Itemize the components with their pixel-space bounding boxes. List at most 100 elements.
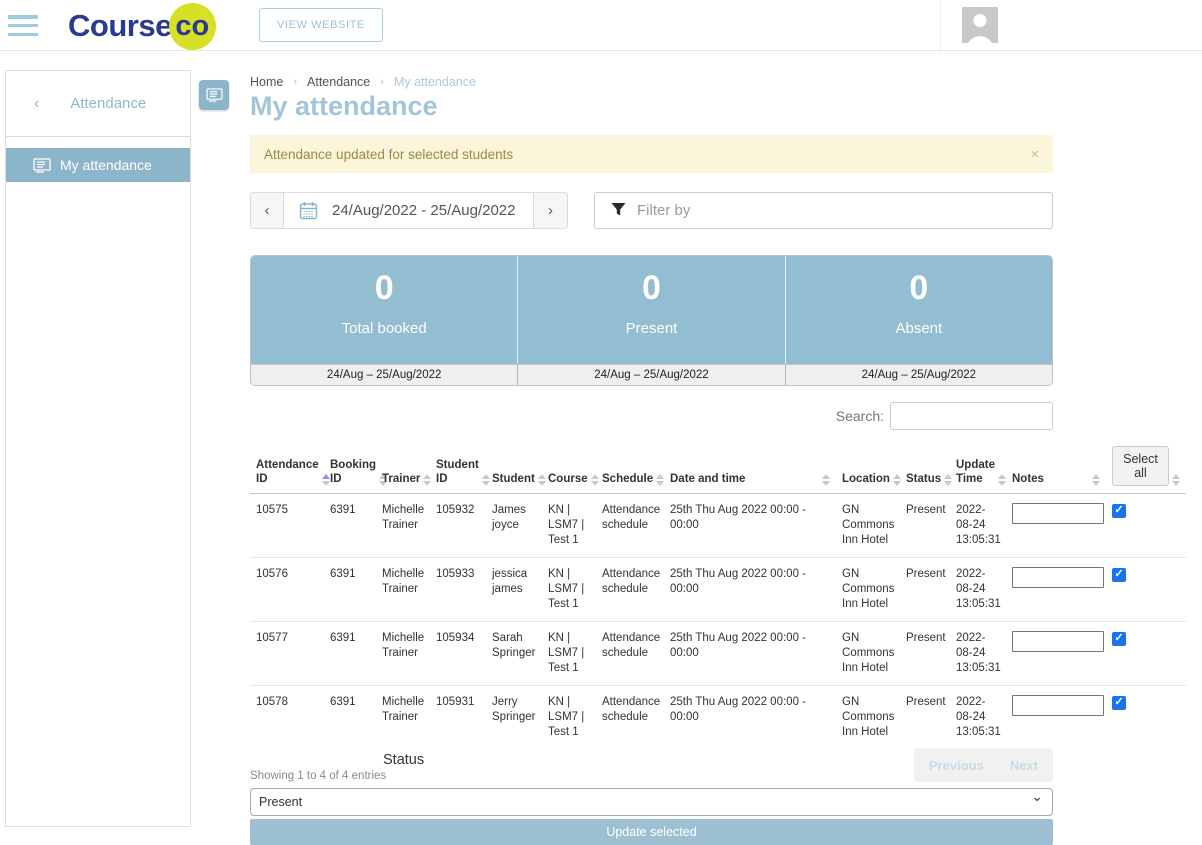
- row-select-checkbox[interactable]: ✓: [1112, 568, 1126, 582]
- column-header-label: Status: [906, 472, 941, 486]
- column-header[interactable]: Date and time: [664, 442, 836, 494]
- breadcrumb-separator-icon: ›: [293, 76, 297, 88]
- sort-arrows-icon: [1172, 474, 1180, 486]
- column-header[interactable]: Notes: [1006, 442, 1106, 494]
- stat-label: Absent: [895, 320, 942, 337]
- cell-select: ✓: [1106, 622, 1186, 686]
- column-header[interactable]: Trainer: [376, 442, 430, 494]
- cell-student: Jerry Springer: [486, 686, 542, 750]
- filter-field: [594, 192, 1053, 229]
- select-all-button[interactable]: Select all: [1112, 446, 1169, 486]
- cell-attendance-id: 10576: [250, 558, 324, 622]
- sort-arrows-icon: [822, 474, 830, 486]
- breadcrumb-current: My attendance: [394, 75, 476, 89]
- notes-input[interactable]: [1012, 567, 1104, 588]
- notes-input[interactable]: [1012, 631, 1104, 652]
- breadcrumb-attendance[interactable]: Attendance: [307, 75, 370, 89]
- sort-arrows-icon: [423, 474, 431, 486]
- column-header-label: Student: [492, 472, 535, 486]
- date-next-button[interactable]: ›: [534, 192, 568, 229]
- sidebar-toggle-button[interactable]: [199, 80, 229, 110]
- cell-course: KN | LSM7 | Test 1: [542, 622, 596, 686]
- filter-funnel-icon: [611, 202, 626, 222]
- notes-input[interactable]: [1012, 695, 1104, 716]
- date-prev-button[interactable]: ‹: [250, 192, 284, 229]
- column-header[interactable]: Schedule: [596, 442, 664, 494]
- cell-attendance-id: 10578: [250, 686, 324, 750]
- row-select-checkbox[interactable]: ✓: [1112, 632, 1126, 646]
- top-header: Course co VIEW WEBSITE: [0, 0, 1202, 51]
- sidebar-item-my-attendance[interactable]: My attendance: [6, 148, 190, 182]
- cell-attendance-id: 10575: [250, 494, 324, 558]
- attendance-list-icon: [206, 88, 223, 102]
- column-header[interactable]: Course: [542, 442, 596, 494]
- filter-input[interactable]: [594, 192, 1053, 229]
- table-body: 105756391Michelle Trainer105932James joy…: [250, 494, 1186, 750]
- cell-trainer: Michelle Trainer: [376, 622, 430, 686]
- status-select[interactable]: Present: [250, 788, 1053, 816]
- row-select-checkbox[interactable]: ✓: [1112, 696, 1126, 710]
- cell-select: ✓: [1106, 686, 1186, 750]
- alert-message: Attendance updated for selected students: [264, 147, 513, 162]
- person-icon: [962, 7, 998, 43]
- column-header-label: Schedule: [602, 472, 653, 486]
- cell-schedule: Attendance schedule: [596, 686, 664, 750]
- cell-update-time: 2022-08-24 13:05:31: [950, 494, 1006, 558]
- column-header[interactable]: Update Time: [950, 442, 1006, 494]
- cell-status: Present: [900, 494, 950, 558]
- main-content: Home › Attendance › My attendance My att…: [250, 51, 1186, 845]
- cell-status: Present: [900, 622, 950, 686]
- cell-date-and-time: 25th Thu Aug 2022 00:00 - 00:00: [664, 558, 836, 622]
- column-header-label: Student ID: [436, 458, 479, 486]
- column-header-label: Notes: [1012, 472, 1044, 486]
- update-selected-button[interactable]: Update selected: [250, 819, 1053, 845]
- status-field-label: Status: [383, 752, 1186, 768]
- column-header-label: Attendance ID: [256, 458, 319, 486]
- sort-arrows-icon: [944, 474, 952, 486]
- sidebar-section-header[interactable]: ‹ Attendance: [6, 71, 190, 137]
- success-alert: Attendance updated for selected students…: [250, 135, 1053, 173]
- cell-date-and-time: 25th Thu Aug 2022 00:00 - 00:00: [664, 686, 836, 750]
- column-header[interactable]: Location: [836, 442, 900, 494]
- column-header[interactable]: Student: [486, 442, 542, 494]
- hamburger-menu-icon[interactable]: [8, 15, 38, 36]
- cell-select: ✓: [1106, 494, 1186, 558]
- column-header[interactable]: Status: [900, 442, 950, 494]
- view-website-button[interactable]: VIEW WEBSITE: [259, 8, 383, 42]
- table-header-row: Attendance IDBooking IDTrainerStudent ID…: [250, 442, 1186, 494]
- cell-notes: [1006, 558, 1106, 622]
- cell-schedule: Attendance schedule: [596, 494, 664, 558]
- cell-date-and-time: 25th Thu Aug 2022 00:00 - 00:00: [664, 494, 836, 558]
- cell-student: James joyce: [486, 494, 542, 558]
- stat-value: 0: [375, 269, 394, 307]
- row-select-checkbox[interactable]: ✓: [1112, 504, 1126, 518]
- notes-input[interactable]: [1012, 503, 1104, 524]
- attendance-table: Attendance IDBooking IDTrainerStudent ID…: [250, 442, 1186, 749]
- breadcrumb-separator-icon: ›: [380, 76, 384, 88]
- search-input[interactable]: [890, 402, 1053, 430]
- next-page-button[interactable]: Next: [1010, 758, 1038, 773]
- column-header[interactable]: Student ID: [430, 442, 486, 494]
- cell-status: Present: [900, 686, 950, 750]
- stat-value: 0: [909, 269, 928, 307]
- sort-arrows-icon: [656, 474, 664, 486]
- stats-date-ranges: 24/Aug – 25/Aug/2022 24/Aug – 25/Aug/202…: [251, 364, 1052, 385]
- pagination: Previous Next: [914, 748, 1053, 782]
- cell-location: GN Commons Inn Hotel: [836, 494, 900, 558]
- column-header[interactable]: Attendance ID: [250, 442, 324, 494]
- sort-arrows-icon: [538, 474, 546, 486]
- breadcrumb: Home › Attendance › My attendance: [250, 75, 1186, 89]
- breadcrumb-home[interactable]: Home: [250, 75, 283, 89]
- select-all-header: Select all: [1106, 442, 1186, 494]
- previous-page-button[interactable]: Previous: [929, 758, 984, 773]
- cell-attendance-id: 10577: [250, 622, 324, 686]
- close-icon[interactable]: ×: [1030, 146, 1039, 163]
- column-header-label: Update Time: [956, 458, 995, 486]
- user-avatar[interactable]: [962, 7, 998, 43]
- cell-update-time: 2022-08-24 13:05:31: [950, 622, 1006, 686]
- sidebar-item-label: My attendance: [60, 157, 152, 173]
- date-range-display[interactable]: 24/Aug/2022 - 25/Aug/2022: [284, 192, 534, 229]
- cell-notes: [1006, 622, 1106, 686]
- status-select-wrap: Present: [250, 788, 1053, 816]
- column-header[interactable]: Booking ID: [324, 442, 376, 494]
